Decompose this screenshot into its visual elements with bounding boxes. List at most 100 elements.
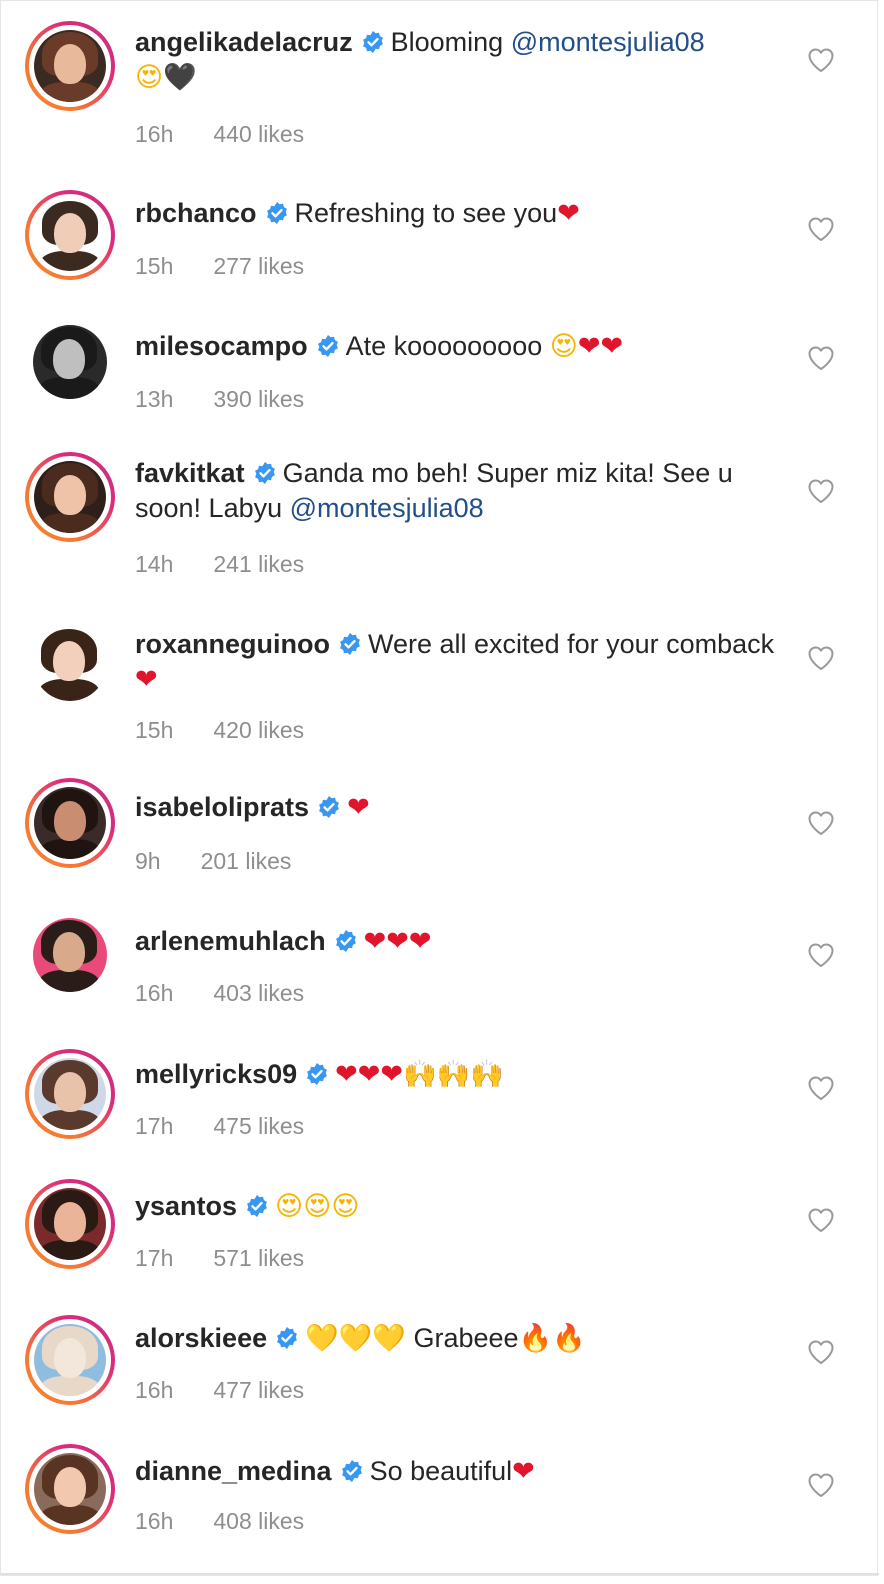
likes-count[interactable]: 420 likes bbox=[213, 717, 304, 743]
heart-outline-icon[interactable] bbox=[807, 645, 835, 671]
comment-meta: 9h 201 likes bbox=[135, 848, 291, 875]
comment-row: dianne_medina So beautiful❤ 16h 408 likes bbox=[1, 1444, 879, 1584]
emoji: 🙌 bbox=[403, 1059, 437, 1090]
username-link[interactable]: mellyricks09 bbox=[135, 1059, 297, 1089]
comment-text: isabeloliprats ❤ bbox=[135, 790, 785, 825]
comment-row: rbchanco Refreshing to see you❤ 15h 277 lik… bbox=[1, 186, 879, 326]
comments-list: angelikadelacruz Blooming @montesjulia08 😍… bbox=[0, 0, 879, 1576]
comment-row: milesocampo Ate kooooooooo 😍❤❤ 13h 390 like… bbox=[1, 319, 879, 459]
username-link[interactable]: dianne_medina bbox=[135, 1456, 332, 1486]
heart-outline-icon[interactable] bbox=[807, 478, 835, 504]
likes-count[interactable]: 408 likes bbox=[213, 1508, 304, 1534]
comment-body: Blooming bbox=[390, 27, 511, 57]
heart-outline-icon[interactable] bbox=[807, 1207, 835, 1233]
likes-count[interactable]: 440 likes bbox=[213, 121, 304, 147]
divider bbox=[1, 1573, 879, 1575]
likes-count[interactable]: 571 likes bbox=[213, 1245, 304, 1271]
username-link[interactable]: arlenemuhlach bbox=[135, 926, 326, 956]
emoji: 💛 bbox=[305, 1323, 339, 1354]
avatar[interactable] bbox=[25, 619, 115, 709]
avatar[interactable] bbox=[25, 1315, 115, 1405]
comment-meta: 15h 420 likes bbox=[135, 717, 304, 744]
comment-body: Were all excited for your comback bbox=[368, 629, 775, 659]
verified-badge-icon bbox=[340, 633, 360, 655]
avatar[interactable] bbox=[25, 452, 115, 542]
username-link[interactable]: milesocampo bbox=[135, 331, 308, 361]
avatar[interactable] bbox=[25, 1444, 115, 1534]
emoji: 😍 bbox=[303, 1191, 332, 1222]
avatar[interactable] bbox=[25, 910, 115, 1000]
username-link[interactable]: alorskieee bbox=[135, 1323, 267, 1353]
emoji: 🖤 bbox=[163, 62, 197, 93]
emoji: 🙌 bbox=[436, 1059, 471, 1090]
heart-outline-icon[interactable] bbox=[807, 1075, 835, 1101]
comment-row: angelikadelacruz Blooming @montesjulia08 😍… bbox=[1, 15, 879, 155]
comment-text: roxanneguinoo Were all excited for your c… bbox=[135, 627, 785, 697]
comment-meta: 16h 440 likes bbox=[135, 121, 304, 148]
heart-outline-icon[interactable] bbox=[807, 1472, 835, 1498]
username-link[interactable]: ysantos bbox=[135, 1191, 237, 1221]
avatar[interactable] bbox=[25, 778, 115, 868]
emoji: 😍 bbox=[135, 62, 164, 93]
heart-outline-icon[interactable] bbox=[807, 216, 835, 242]
comment-row: arlenemuhlach ❤❤❤ 16h 403 likes bbox=[1, 914, 879, 1054]
avatar[interactable] bbox=[25, 1179, 115, 1269]
mention-link[interactable]: @montesjulia08 bbox=[511, 27, 705, 57]
emoji: 😍 bbox=[549, 331, 578, 362]
emoji: 🙌 bbox=[470, 1059, 504, 1090]
emoji: ❤ bbox=[357, 1059, 381, 1090]
likes-count[interactable]: 477 likes bbox=[213, 1377, 304, 1403]
timestamp: 16h bbox=[135, 980, 174, 1006]
comment-text: dianne_medina So beautiful❤ bbox=[135, 1454, 785, 1489]
comment-meta: 17h 475 likes bbox=[135, 1113, 304, 1140]
verified-badge-icon bbox=[307, 1063, 328, 1085]
username-link[interactable]: isabeloliprats bbox=[135, 792, 309, 822]
heart-outline-icon[interactable] bbox=[807, 1339, 835, 1365]
emoji: 💛 bbox=[372, 1323, 406, 1354]
likes-count[interactable]: 277 likes bbox=[213, 253, 304, 279]
emoji: ❤ bbox=[335, 1059, 358, 1090]
likes-count[interactable]: 201 likes bbox=[201, 848, 292, 874]
timestamp: 17h bbox=[135, 1113, 174, 1139]
comment-text: alorskieee 💛💛💛 Grabeee🔥🔥 bbox=[135, 1321, 785, 1356]
comment-text: angelikadelacruz Blooming @montesjulia08 😍… bbox=[135, 25, 785, 95]
emoji: ❤ bbox=[600, 331, 624, 362]
timestamp: 16h bbox=[135, 1508, 174, 1534]
comment-body: Grabeee bbox=[405, 1323, 519, 1353]
avatar[interactable] bbox=[25, 190, 115, 280]
comment-meta: 13h 390 likes bbox=[135, 386, 304, 413]
emoji: ❤ bbox=[386, 926, 409, 957]
username-link[interactable]: rbchanco bbox=[135, 198, 257, 228]
verified-badge-icon bbox=[341, 1460, 362, 1482]
likes-count[interactable]: 241 likes bbox=[213, 551, 304, 577]
comment-row: ysantos 😍😍😍 17h 571 likes bbox=[1, 1179, 879, 1319]
heart-outline-icon[interactable] bbox=[807, 47, 835, 73]
likes-count[interactable]: 403 likes bbox=[213, 980, 304, 1006]
verified-badge-icon bbox=[317, 335, 338, 357]
avatar[interactable] bbox=[25, 317, 115, 407]
emoji: 🔥 bbox=[552, 1323, 586, 1354]
likes-count[interactable]: 390 likes bbox=[213, 386, 304, 412]
emoji: 😍 bbox=[275, 1191, 304, 1222]
username-link[interactable]: favkitkat bbox=[135, 458, 245, 488]
timestamp: 16h bbox=[135, 121, 174, 147]
comment-text: ysantos 😍😍😍 bbox=[135, 1189, 785, 1224]
comment-text: rbchanco Refreshing to see you❤ bbox=[135, 196, 785, 231]
emoji: ❤ bbox=[363, 926, 387, 957]
username-link[interactable]: angelikadelacruz bbox=[135, 27, 353, 57]
emoji: 🔥 bbox=[518, 1323, 553, 1354]
comment-text: favkitkat Ganda mo beh! Super miz kita! S… bbox=[135, 456, 785, 526]
comment-meta: 16h 477 likes bbox=[135, 1377, 304, 1404]
mention-link[interactable]: @montesjulia08 bbox=[290, 493, 484, 523]
likes-count[interactable]: 475 likes bbox=[213, 1113, 304, 1139]
avatar[interactable] bbox=[25, 1049, 115, 1139]
comment-meta: 17h 571 likes bbox=[135, 1245, 304, 1272]
heart-outline-icon[interactable] bbox=[807, 345, 835, 371]
verified-badge-icon bbox=[254, 462, 275, 484]
comment-body: So beautiful bbox=[369, 1456, 513, 1486]
heart-outline-icon[interactable] bbox=[807, 810, 835, 836]
emoji: ❤ bbox=[135, 664, 158, 695]
username-link[interactable]: roxanneguinoo bbox=[135, 629, 330, 659]
heart-outline-icon[interactable] bbox=[807, 942, 835, 968]
avatar[interactable] bbox=[25, 21, 115, 111]
